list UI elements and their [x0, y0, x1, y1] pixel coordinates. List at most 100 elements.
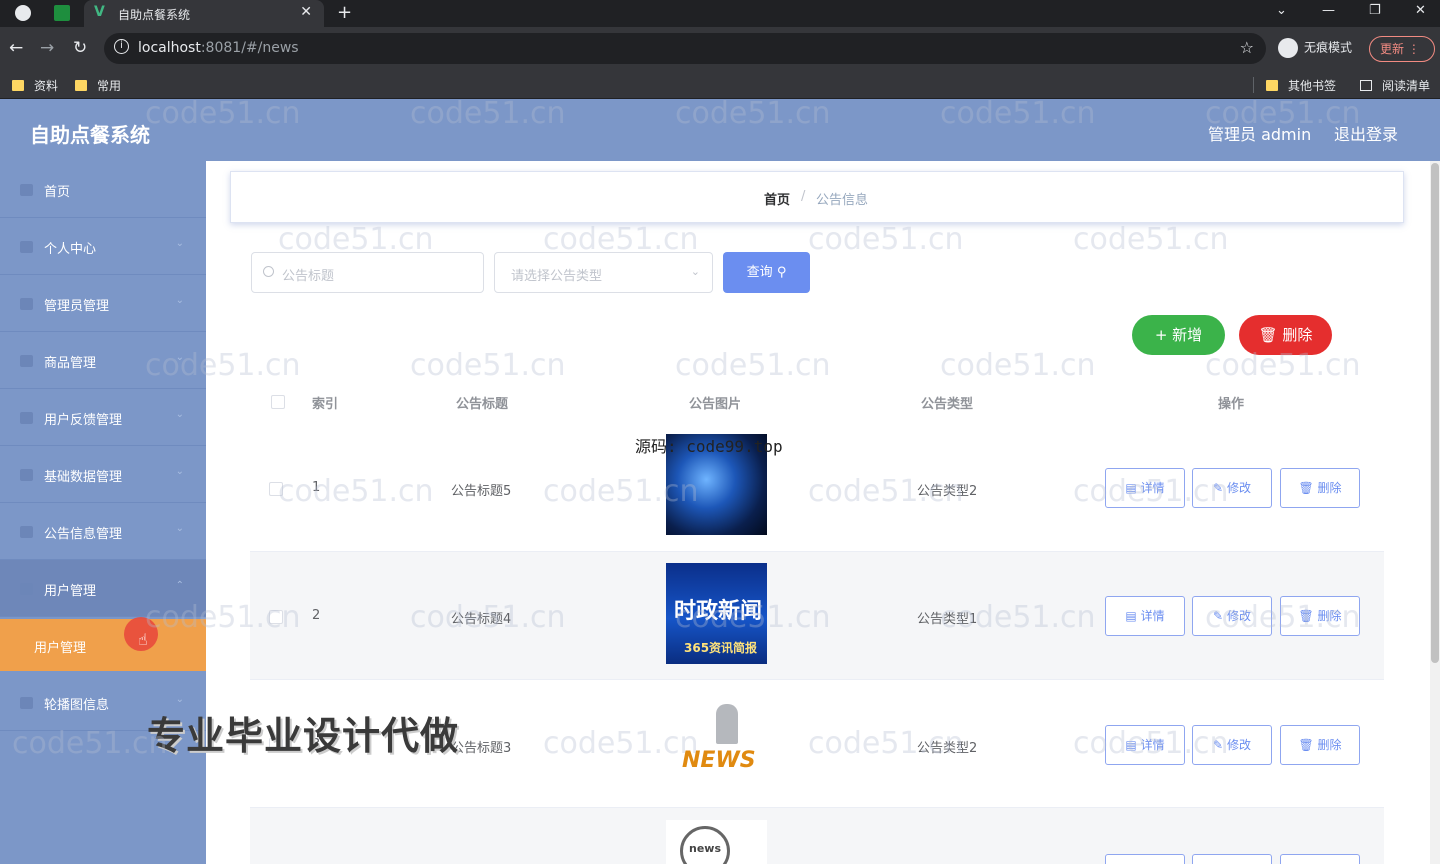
table-row: 2 公告标题4 时政新闻 365资讯简报 公告类型1 ▤ 详情 ✎ 修改 🗑 删…	[250, 552, 1384, 680]
cell-index: 1	[312, 480, 321, 495]
bookmark-star-icon[interactable]: ☆	[1240, 38, 1254, 57]
chevron-up-icon: ⌃	[175, 580, 184, 591]
reload-icon[interactable]: ↻	[73, 38, 87, 58]
globe-icon[interactable]	[15, 5, 31, 21]
notice-image-banner[interactable]: 时政新闻 365资讯简报	[666, 563, 767, 664]
notice-image-news-figure[interactable]: NEWS	[666, 694, 767, 795]
incognito-indicator[interactable]: 无痕模式	[1278, 38, 1352, 58]
sidebar-subitem-user-manage[interactable]: 用户管理	[0, 619, 206, 671]
new-tab-icon[interactable]: +	[337, 2, 352, 23]
info-icon[interactable]: i	[114, 39, 129, 54]
url-field[interactable]: i localhost:8081/#/news ☆	[104, 33, 1266, 64]
search-icon: ⚲	[776, 265, 787, 280]
chevron-down-icon: ⌄	[690, 265, 700, 278]
cell-title: 公告标题4	[451, 612, 512, 627]
edit-button[interactable]	[1192, 854, 1272, 864]
th-title[interactable]: 公告标题	[456, 393, 508, 412]
edit-icon: ✎	[1213, 609, 1224, 623]
add-button[interactable]: + 新增	[1132, 315, 1225, 355]
bookmark-other[interactable]: 其他书签	[1266, 77, 1336, 94]
sidebar-item-label: 个人中心	[44, 242, 97, 257]
sidebar-item-users[interactable]: 用户管理 ⌃	[0, 560, 206, 617]
bookmark-folder-ziliao[interactable]: 资料	[12, 77, 58, 94]
search-placeholder: 公告标题	[282, 269, 335, 284]
reading-list[interactable]: 阅读清单	[1360, 77, 1430, 94]
th-ops: 操作	[1218, 397, 1245, 412]
tab-title: 自助点餐系统	[118, 8, 191, 22]
edit-button[interactable]: ✎ 修改	[1192, 468, 1272, 508]
notice-image-news-bubble[interactable]: news	[666, 820, 767, 864]
sheet-icon[interactable]	[54, 5, 70, 21]
forward-icon[interactable]: →	[40, 38, 54, 58]
edit-button[interactable]: ✎ 修改	[1192, 596, 1272, 636]
cell-title: 公告标题3	[451, 741, 512, 756]
bookmark-folder-changyong[interactable]: 常用	[75, 77, 121, 94]
restore-icon[interactable]: ❐	[1369, 3, 1381, 18]
sidebar-item-notices[interactable]: 公告信息管理 ⌄	[0, 503, 206, 560]
select-placeholder: 请选择公告类型	[511, 269, 603, 284]
sidebar-item-label: 首页	[44, 185, 71, 200]
select-all-checkbox[interactable]	[271, 395, 285, 409]
sidebar-item-products[interactable]: 商品管理 ⌄	[0, 332, 206, 389]
folder-icon	[1266, 80, 1278, 91]
th-index[interactable]: 索引	[312, 393, 338, 412]
plus-icon: +	[1154, 326, 1168, 344]
minimize-icon[interactable]: —	[1322, 3, 1335, 18]
th-type[interactable]: 公告类型	[921, 393, 973, 412]
scrollbar-thumb[interactable]	[1431, 163, 1439, 663]
detail-button[interactable]	[1105, 854, 1185, 864]
close-window-icon[interactable]: ✕	[1415, 3, 1426, 18]
update-button[interactable]: 更新 ⋮	[1369, 36, 1435, 62]
edit-icon: ✎	[1213, 481, 1224, 495]
trash-icon: 🗑	[1298, 481, 1314, 495]
delete-button[interactable]: 🗑 删除	[1280, 725, 1360, 765]
feedback-icon	[20, 412, 33, 424]
detail-button[interactable]: ▤ 详情	[1105, 725, 1185, 765]
delete-button[interactable]: 🗑 删除	[1280, 468, 1360, 508]
incognito-icon	[1278, 38, 1298, 58]
sidebar-item-feedback[interactable]: 用户反馈管理 ⌄	[0, 389, 206, 446]
doc-icon: ▤	[1125, 609, 1137, 623]
browser-tab[interactable]: V 自助点餐系统 ✕	[84, 0, 324, 27]
delete-button[interactable]: 🗑 删除	[1280, 596, 1360, 636]
sidebar-item-label: 公告信息管理	[44, 527, 123, 542]
sidebar-item-label: 用户管理	[44, 584, 97, 599]
type-select[interactable]: 请选择公告类型 ⌄	[494, 252, 713, 293]
th-image: 公告图片	[689, 397, 742, 412]
trash-icon: 🗑	[1258, 326, 1278, 344]
logout-link[interactable]: 退出登录	[1334, 121, 1398, 145]
chevron-down-icon: ⌄	[175, 694, 184, 705]
delete-button[interactable]	[1280, 854, 1360, 864]
edit-button[interactable]: ✎ 修改	[1192, 725, 1272, 765]
home-icon	[20, 184, 33, 196]
row-checkbox[interactable]	[269, 482, 283, 496]
banner-big-text: 时政新闻	[674, 599, 763, 624]
detail-button[interactable]: ▤ 详情	[1105, 468, 1185, 508]
tab-search-icon[interactable]: ⌄	[1276, 3, 1287, 18]
tab-close-icon[interactable]: ✕	[300, 4, 312, 20]
query-button[interactable]: 查询 ⚲	[723, 252, 810, 293]
table-row: news	[250, 808, 1384, 864]
breadcrumb-separator: /	[801, 189, 806, 204]
sidebar-item-admins[interactable]: 管理员管理 ⌄	[0, 275, 206, 332]
detail-button[interactable]: ▤ 详情	[1105, 596, 1185, 636]
search-icon	[263, 266, 274, 277]
breadcrumb-home[interactable]: 首页	[764, 189, 790, 208]
sidebar-item-home[interactable]: 首页	[0, 161, 206, 218]
chevron-down-icon: ⌄	[175, 352, 184, 363]
chevron-down-icon: ⌄	[175, 295, 184, 306]
back-icon[interactable]: ←	[9, 38, 23, 58]
bookmark-divider	[1253, 77, 1254, 93]
row-checkbox[interactable]	[269, 610, 283, 624]
bookmarks-bar: 资料 常用 其他书签 阅读清单	[0, 71, 1440, 99]
folder-icon	[12, 80, 24, 91]
list-icon	[20, 526, 33, 538]
source-overlay-text: 源码: code99.top	[635, 437, 783, 456]
sidebar-item-profile[interactable]: 个人中心 ⌄	[0, 218, 206, 275]
news-word: NEWS	[682, 748, 756, 773]
admin-icon	[20, 298, 33, 310]
sidebar-item-basedata[interactable]: 基础数据管理 ⌄	[0, 446, 206, 503]
title-search-input[interactable]: 公告标题	[251, 252, 484, 293]
app-title: 自助点餐系统	[30, 123, 150, 147]
batch-delete-button[interactable]: 🗑 删除	[1239, 315, 1332, 355]
